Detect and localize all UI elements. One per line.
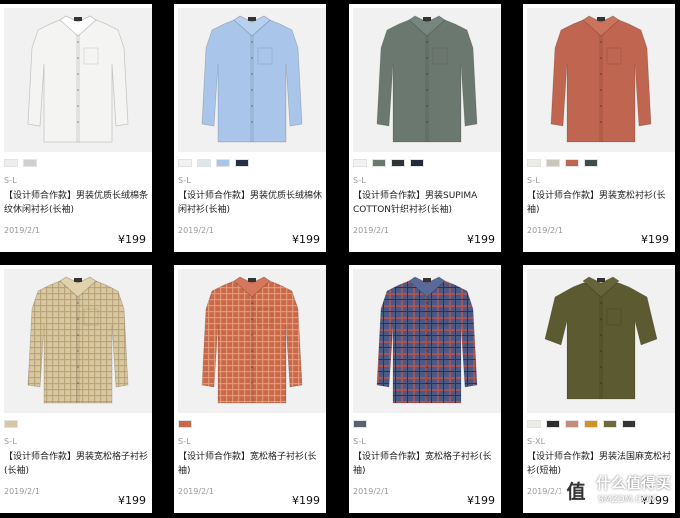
- product-image[interactable]: [527, 269, 675, 413]
- product-card[interactable]: S-L 【设计师合作款】宽松格子衬衫(长袖) 2019/2/1 ¥199: [174, 265, 326, 513]
- shirt-image: [201, 276, 303, 404]
- color-swatches: [178, 420, 192, 429]
- price: ¥199: [641, 233, 669, 246]
- product-image[interactable]: [178, 8, 326, 152]
- size-range: S-L: [178, 437, 192, 446]
- release-date: 2019/2/1: [353, 487, 389, 496]
- color-swatch[interactable]: [546, 159, 560, 167]
- size-range: S-XL: [527, 437, 546, 446]
- color-swatch[interactable]: [178, 159, 192, 167]
- product-title[interactable]: 【设计师合作款】男装宽松衬衫(长袖): [527, 189, 673, 217]
- color-swatch[interactable]: [197, 159, 211, 167]
- watermark-logo-icon: 值: [560, 476, 592, 508]
- product-card[interactable]: S-L 【设计师合作款】男装SUPIMA COTTON针织衬衫(长袖) 2019/2…: [349, 4, 501, 252]
- color-swatch[interactable]: [565, 420, 579, 428]
- product-title[interactable]: 【设计师合作款】男装优质长绒棉条纹休闲衬衫(长袖): [4, 189, 150, 217]
- color-swatches: [527, 159, 598, 168]
- price: ¥199: [292, 233, 320, 246]
- color-swatch[interactable]: [622, 420, 636, 428]
- shirt-image: [27, 276, 129, 404]
- watermark-text: 什么值得买: [596, 474, 672, 492]
- color-swatches: [4, 420, 18, 429]
- shirt-image: [27, 15, 129, 143]
- price: ¥199: [467, 233, 495, 246]
- product-image[interactable]: [353, 8, 501, 152]
- color-swatch[interactable]: [4, 159, 18, 167]
- product-title[interactable]: 【设计师合作款】男装SUPIMA COTTON针织衬衫(长袖): [353, 189, 499, 217]
- size-range: S-L: [178, 176, 192, 185]
- release-date: 2019/2/1: [178, 487, 214, 496]
- product-image[interactable]: [353, 269, 501, 413]
- release-date: 2019/2/1: [527, 487, 563, 496]
- product-card[interactable]: S-L 【设计师合作款】男装优质长绒棉条纹休闲衬衫(长袖) 2019/2/1 ¥199: [0, 4, 152, 252]
- color-swatch[interactable]: [527, 420, 541, 428]
- product-title[interactable]: 【设计师合作款】宽松格子衬衫(长袖): [353, 450, 499, 478]
- price: ¥199: [118, 233, 146, 246]
- product-title[interactable]: 【设计师合作款】男装宽松格子衬衫(长袖): [4, 450, 150, 478]
- shirt-image: [376, 276, 478, 404]
- color-swatches: [4, 159, 37, 168]
- product-image[interactable]: [4, 269, 152, 413]
- product-title[interactable]: 【设计师合作款】宽松格子衬衫(长袖): [178, 450, 324, 478]
- product-image[interactable]: [4, 8, 152, 152]
- shirt-image: [550, 15, 652, 143]
- release-date: 2019/2/1: [4, 487, 40, 496]
- color-swatch[interactable]: [23, 159, 37, 167]
- color-swatch[interactable]: [353, 159, 367, 167]
- release-date: 2019/2/1: [527, 226, 563, 235]
- color-swatch[interactable]: [391, 159, 405, 167]
- release-date: 2019/2/1: [4, 226, 40, 235]
- size-range: S-L: [353, 176, 367, 185]
- color-swatch[interactable]: [216, 159, 230, 167]
- color-swatch[interactable]: [546, 420, 560, 428]
- size-range: S-L: [4, 437, 18, 446]
- price: ¥199: [467, 494, 495, 507]
- color-swatch[interactable]: [372, 159, 386, 167]
- size-range: S-L: [527, 176, 541, 185]
- color-swatches: [353, 159, 424, 168]
- color-swatch[interactable]: [603, 420, 617, 428]
- product-title[interactable]: 【设计师合作款】男装优质长绒棉休闲衬衫(长袖): [178, 189, 324, 217]
- product-card[interactable]: S-L 【设计师合作款】男装宽松衬衫(长袖) 2019/2/1 ¥199: [523, 4, 675, 252]
- release-date: 2019/2/1: [353, 226, 389, 235]
- watermark: 值 什么值得买 SMZDM.COM: [560, 470, 680, 518]
- color-swatches: [178, 159, 249, 168]
- color-swatch[interactable]: [410, 159, 424, 167]
- color-swatch[interactable]: [4, 420, 18, 428]
- color-swatch[interactable]: [235, 159, 249, 167]
- size-range: S-L: [353, 437, 367, 446]
- color-swatch[interactable]: [527, 159, 541, 167]
- size-range: S-L: [4, 176, 18, 185]
- color-swatch[interactable]: [565, 159, 579, 167]
- color-swatch[interactable]: [353, 420, 367, 428]
- color-swatches: [527, 420, 636, 429]
- product-image[interactable]: [178, 269, 326, 413]
- watermark-sub: SMZDM.COM: [598, 495, 657, 505]
- color-swatch[interactable]: [584, 420, 598, 428]
- product-card[interactable]: S-L 【设计师合作款】男装宽松格子衬衫(长袖) 2019/2/1 ¥199: [0, 265, 152, 513]
- shirt-image: [376, 15, 478, 143]
- price: ¥199: [118, 494, 146, 507]
- product-card[interactable]: S-L 【设计师合作款】宽松格子衬衫(长袖) 2019/2/1 ¥199: [349, 265, 501, 513]
- release-date: 2019/2/1: [178, 226, 214, 235]
- shirt-image: [201, 15, 303, 143]
- product-grid: S-L 【设计师合作款】男装优质长绒棉条纹休闲衬衫(长袖) 2019/2/1 ¥199…: [0, 0, 680, 518]
- color-swatch[interactable]: [584, 159, 598, 167]
- price: ¥199: [292, 494, 320, 507]
- shirt-image: [544, 276, 658, 400]
- product-image[interactable]: [527, 8, 675, 152]
- color-swatches: [353, 420, 367, 429]
- color-swatch[interactable]: [178, 420, 192, 428]
- product-card[interactable]: S-L 【设计师合作款】男装优质长绒棉休闲衬衫(长袖) 2019/2/1 ¥199: [174, 4, 326, 252]
